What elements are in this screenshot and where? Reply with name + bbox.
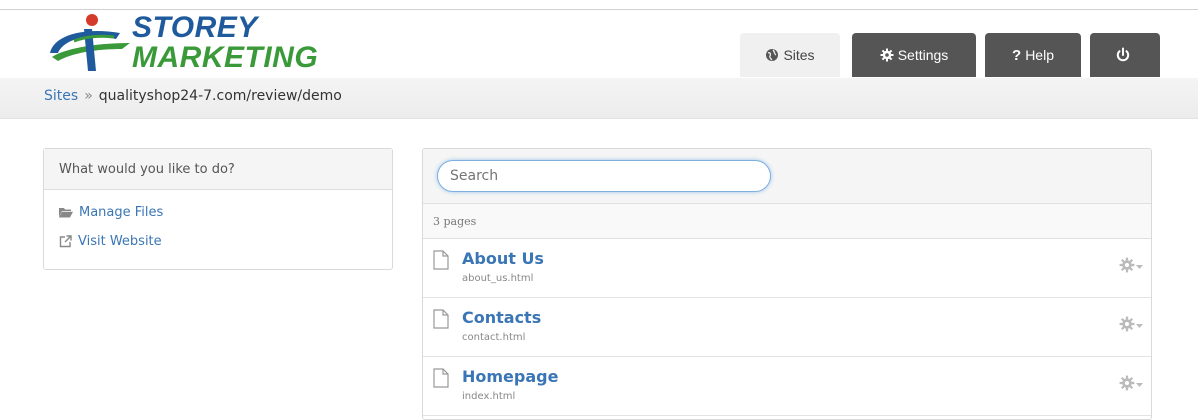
page-title-link[interactable]: Homepage [462, 367, 558, 386]
tab-settings[interactable]: Settings [852, 33, 976, 77]
page-row-contacts[interactable]: Contacts contact.html [423, 298, 1151, 357]
storey-marketing-logo[interactable]: STOREY MARKETING [44, 11, 318, 75]
caret-down-icon [1136, 323, 1143, 328]
gear-icon [880, 48, 894, 62]
top-divider [0, 9, 1198, 10]
page-actions-gear-icon[interactable] [1119, 316, 1143, 332]
manage-files-link[interactable]: Manage Files [59, 205, 163, 220]
page-filename: index.html [462, 391, 516, 402]
breadcrumb: Sites » qualityshop24-7.com/review/demo [44, 88, 342, 104]
caret-down-icon [1136, 264, 1143, 269]
tab-help-label: Help [1025, 47, 1054, 63]
page-filename: about_us.html [462, 273, 534, 284]
breadcrumb-separator: » [84, 88, 93, 104]
logo-text-storey: STOREY [132, 11, 258, 44]
caret-down-icon [1136, 382, 1143, 387]
external-link-icon [59, 235, 72, 248]
document-icon [433, 368, 449, 393]
breadcrumb-sites-link[interactable]: Sites [44, 88, 78, 104]
globe-icon [765, 48, 779, 62]
tab-settings-label: Settings [897, 47, 949, 63]
power-icon [1115, 47, 1131, 63]
page-actions-gear-icon[interactable] [1119, 375, 1143, 391]
visit-website-link[interactable]: Visit Website [59, 234, 162, 249]
page-row-about-us[interactable]: About Us about_us.html [423, 239, 1151, 298]
logout-button[interactable] [1090, 33, 1160, 77]
visit-website-label: Visit Website [78, 234, 162, 249]
question-icon: ? [1012, 46, 1022, 64]
page-count: 3 pages [423, 204, 1151, 239]
tab-help[interactable]: ? Help [985, 33, 1081, 77]
actions-panel-heading: What would you like to do? [44, 149, 392, 190]
page-title-link[interactable]: About Us [462, 249, 544, 268]
search-input[interactable] [437, 160, 771, 192]
document-icon [433, 309, 449, 334]
document-icon [433, 250, 449, 275]
actions-panel: What would you like to do? Manage Files … [43, 148, 393, 270]
tab-sites-label: Sites [783, 47, 815, 63]
pages-panel: 3 pages About Us about_us.html Contacts … [422, 148, 1152, 420]
page-filename: contact.html [462, 332, 526, 343]
logo-text-marketing: MARKETING [132, 41, 319, 74]
search-bar [423, 149, 1151, 204]
breadcrumb-bar: Sites » qualityshop24-7.com/review/demo [0, 78, 1198, 119]
logo-swoosh-icon [50, 14, 130, 71]
breadcrumb-current: qualityshop24-7.com/review/demo [98, 88, 342, 104]
page-actions-gear-icon[interactable] [1119, 257, 1143, 273]
page-row-homepage[interactable]: Homepage index.html [423, 357, 1151, 416]
manage-files-label: Manage Files [79, 205, 164, 220]
tab-sites[interactable]: Sites [740, 33, 840, 77]
folder-icon [59, 207, 73, 218]
page-title-link[interactable]: Contacts [462, 308, 541, 327]
